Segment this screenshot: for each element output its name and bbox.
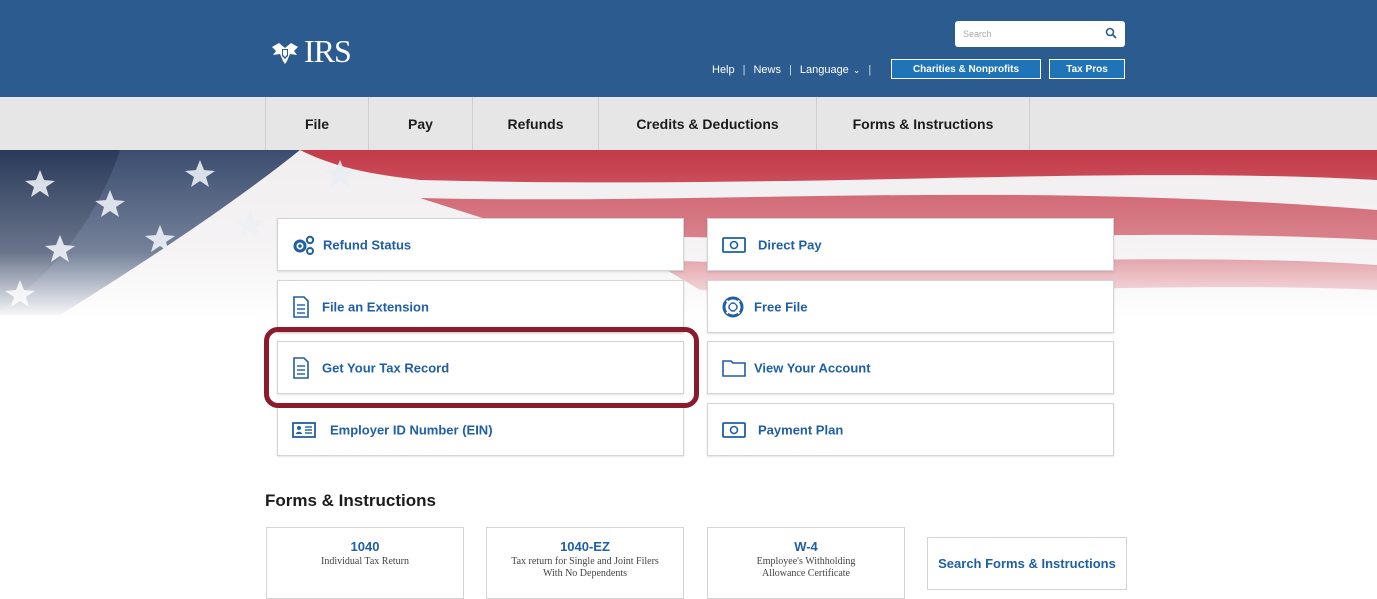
search-box bbox=[955, 21, 1125, 47]
form-card-1040ez[interactable]: 1040-EZ Tax return for Single and Joint … bbox=[486, 527, 684, 599]
utility-nav: Help | News | Language ⌄ | bbox=[712, 60, 879, 80]
form-number: W-4 bbox=[794, 539, 818, 554]
forms-section-title: Forms & Instructions bbox=[265, 491, 436, 510]
direct-pay-card[interactable]: Direct Pay bbox=[707, 218, 1114, 271]
payment-plan-card[interactable]: Payment Plan bbox=[707, 403, 1114, 456]
employer-id-label: Employer ID Number (EIN) bbox=[330, 422, 493, 437]
separator: | bbox=[868, 64, 872, 76]
hero-flag-banner bbox=[0, 150, 1377, 320]
refund-status-card[interactable]: Refund Status bbox=[277, 218, 684, 271]
main-nav: File Pay Refunds Credits & Deductions Fo… bbox=[0, 97, 1377, 150]
charities-nonprofits-button[interactable]: Charities & Nonprofits bbox=[891, 59, 1041, 79]
form-card-1040[interactable]: 1040 Individual Tax Return bbox=[266, 527, 464, 599]
search-icon[interactable] bbox=[1105, 27, 1117, 39]
nav-refunds[interactable]: Refunds bbox=[473, 97, 599, 150]
gears-icon bbox=[293, 235, 315, 255]
form-number: 1040-EZ bbox=[560, 539, 610, 554]
eagle-logo-icon bbox=[272, 42, 298, 64]
help-link[interactable]: Help bbox=[712, 64, 735, 76]
cash-icon bbox=[722, 236, 746, 253]
search-input[interactable] bbox=[961, 24, 1095, 44]
tax-pros-button[interactable]: Tax Pros bbox=[1049, 59, 1125, 79]
direct-pay-label: Direct Pay bbox=[758, 237, 822, 252]
highlight-outline bbox=[264, 327, 699, 408]
form-number: 1040 bbox=[350, 539, 380, 554]
refund-status-label: Refund Status bbox=[323, 237, 412, 252]
flag-image bbox=[0, 150, 1377, 320]
employer-id-card[interactable]: Employer ID Number (EIN) bbox=[277, 403, 684, 456]
chevron-down-icon: ⌄ bbox=[852, 64, 861, 75]
free-file-label: Free File bbox=[754, 299, 808, 314]
free-file-card[interactable]: Free File bbox=[707, 280, 1114, 333]
nav-credits-deductions[interactable]: Credits & Deductions bbox=[599, 97, 817, 150]
file-extension-card[interactable]: File an Extension bbox=[277, 280, 684, 333]
search-forms-button[interactable]: Search Forms & Instructions bbox=[927, 537, 1127, 590]
form-description: Individual Tax Return bbox=[321, 556, 409, 567]
cash-icon bbox=[722, 421, 746, 438]
news-link[interactable]: News bbox=[753, 64, 781, 76]
nav-forms-instructions[interactable]: Forms & Instructions bbox=[817, 97, 1030, 150]
view-account-card[interactable]: View Your Account bbox=[707, 341, 1114, 394]
logo-text: IRS bbox=[304, 33, 352, 69]
file-extension-label: File an Extension bbox=[322, 299, 429, 314]
irs-logo[interactable]: IRS bbox=[270, 33, 352, 70]
form-description: Tax return for Single and Joint Filers W… bbox=[511, 556, 659, 579]
id-card-icon bbox=[292, 421, 316, 438]
separator: | bbox=[742, 64, 746, 76]
language-dropdown[interactable]: Language ⌄ bbox=[800, 64, 861, 76]
folder-icon bbox=[722, 359, 746, 377]
separator: | bbox=[789, 64, 792, 76]
payment-plan-label: Payment Plan bbox=[758, 422, 844, 437]
form-description: Employee's Withholding Allowance Certifi… bbox=[756, 556, 856, 579]
document-icon bbox=[293, 295, 309, 318]
nav-pay[interactable]: Pay bbox=[369, 97, 473, 150]
top-header: IRS Help | News | Language ⌄ | Charities… bbox=[0, 0, 1377, 97]
lifebuoy-icon bbox=[722, 296, 744, 317]
view-account-label: View Your Account bbox=[754, 360, 871, 375]
form-card-w4[interactable]: W-4 Employee's Withholding Allowance Cer… bbox=[707, 527, 905, 599]
nav-file[interactable]: File bbox=[265, 97, 369, 150]
language-label: Language bbox=[799, 64, 849, 76]
